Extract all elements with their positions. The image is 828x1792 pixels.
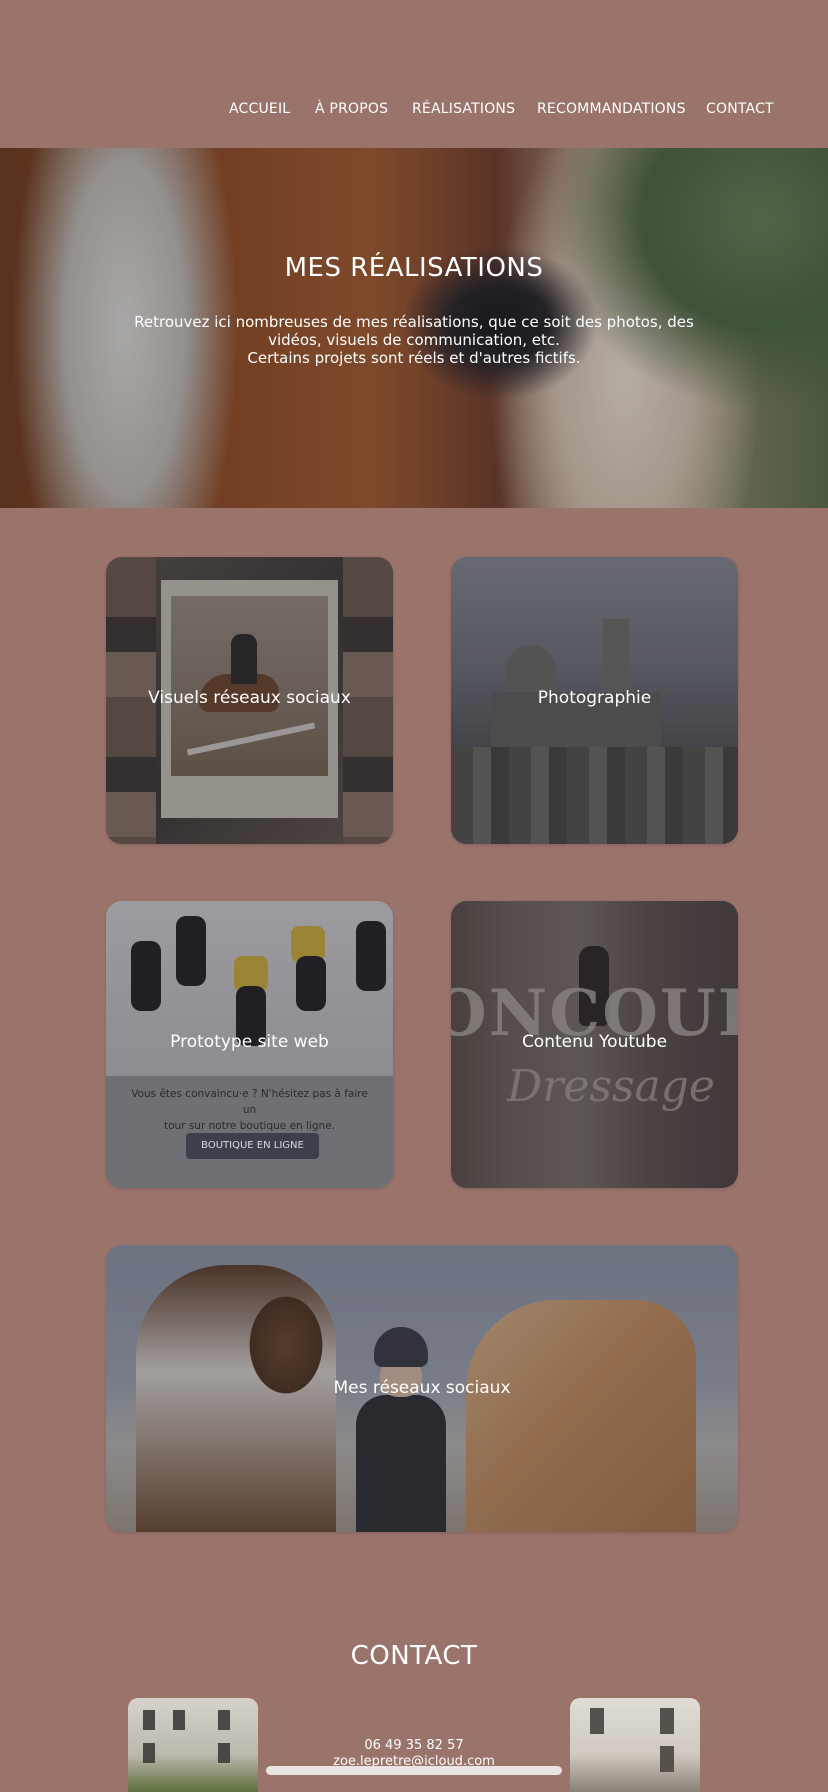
home-indicator[interactable] <box>266 1766 562 1775</box>
card-social-visuals[interactable]: Visuels réseaux sociaux <box>106 557 393 844</box>
card-label: Prototype site web <box>170 1032 329 1052</box>
phone-number[interactable]: 06 49 35 82 57 <box>0 1738 828 1754</box>
hero-description: Retrouvez ici nombreuses de mes réalisat… <box>110 313 718 367</box>
shop-invite-text: Vous êtes convaincu·e ? N'hésitez pas à … <box>126 1086 373 1134</box>
online-shop-button[interactable]: BOUTIQUE EN LIGNE <box>186 1133 319 1159</box>
nav-link-recommandations[interactable]: RECOMMANDATIONS <box>537 101 686 117</box>
card-social-networks[interactable]: Mes réseaux sociaux <box>106 1245 738 1532</box>
nav-link-accueil[interactable]: ACCUEIL <box>229 101 290 117</box>
card-label: Photographie <box>537 688 652 708</box>
card-website-prototype[interactable]: Prototype site web Vous êtes convaincu·e… <box>106 901 393 1188</box>
page-title: MES RÉALISATIONS <box>284 253 544 283</box>
hero-description-line: vidéos, visuels de communication, etc. <box>268 331 560 349</box>
card-label: Mes réseaux sociaux <box>333 1378 511 1398</box>
window-shape <box>590 1708 604 1734</box>
nav-link-realisations[interactable]: RÉALISATIONS <box>412 101 515 117</box>
card-photography[interactable]: Photographie <box>451 557 738 844</box>
hero-description-line: Retrouvez ici nombreuses de mes réalisat… <box>134 313 694 331</box>
top-navigation: ACCUEIL À PROPOS RÉALISATIONS RECOMMANDA… <box>0 0 828 148</box>
shop-invite-line: tour sur notre boutique en ligne. <box>163 1120 335 1132</box>
hero-description-line: Certains projets sont réels et d'autres … <box>247 349 581 367</box>
card-label: Contenu Youtube <box>521 1032 668 1052</box>
window-shape <box>173 1710 185 1730</box>
window-shape <box>660 1708 674 1734</box>
nav-link-a-propos[interactable]: À PROPOS <box>315 101 388 117</box>
card-youtube-content[interactable]: ONCOUR Dressage Contenu Youtube <box>451 901 738 1188</box>
window-shape <box>143 1710 155 1730</box>
window-shape <box>218 1710 230 1730</box>
contact-title: CONTACT <box>350 1641 478 1671</box>
hero-banner: MES RÉALISATIONS Retrouvez ici nombreuse… <box>0 148 828 508</box>
nav-link-contact[interactable]: CONTACT <box>706 101 774 117</box>
card-label: Visuels réseaux sociaux <box>148 688 351 708</box>
shop-invite-line: Vous êtes convaincu·e ? N'hésitez pas à … <box>131 1088 368 1116</box>
